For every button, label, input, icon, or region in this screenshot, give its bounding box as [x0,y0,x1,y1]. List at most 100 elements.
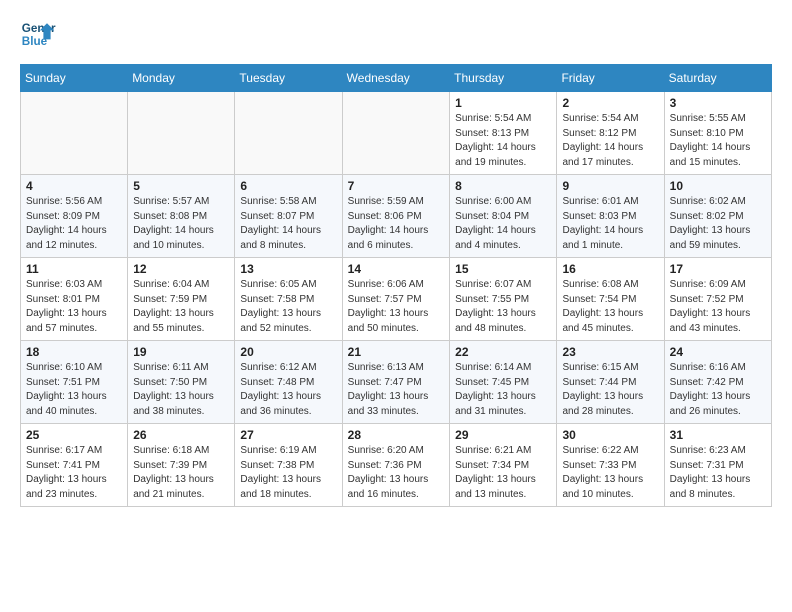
calendar-cell [235,92,342,175]
day-info: Sunrise: 5:56 AMSunset: 8:09 PMDaylight:… [26,195,122,253]
calendar-cell: 9 Sunrise: 6:01 AMSunset: 8:03 PMDaylight… [557,175,664,258]
day-info: Sunrise: 5:59 AMSunset: 8:06 PMDaylight:… [348,195,445,253]
weekday-thursday: Thursday [450,65,557,92]
day-info: Sunrise: 6:10 AMSunset: 7:51 PMDaylight:… [26,361,122,419]
day-number: 1 [455,96,551,110]
calendar-cell: 12 Sunrise: 6:04 AMSunset: 7:59 PMDayligh… [128,258,235,341]
day-info: Sunrise: 6:21 AMSunset: 7:34 PMDaylight:… [455,444,551,502]
day-number: 4 [26,179,122,193]
calendar-cell: 31 Sunrise: 6:23 AMSunset: 7:31 PMDayligh… [664,424,771,507]
day-number: 2 [562,96,658,110]
day-number: 8 [455,179,551,193]
calendar-cell: 23 Sunrise: 6:15 AMSunset: 7:44 PMDayligh… [557,341,664,424]
calendar-cell: 13 Sunrise: 6:05 AMSunset: 7:58 PMDayligh… [235,258,342,341]
calendar-cell: 10 Sunrise: 6:02 AMSunset: 8:02 PMDayligh… [664,175,771,258]
day-number: 13 [240,262,336,276]
calendar-cell: 25 Sunrise: 6:17 AMSunset: 7:41 PMDayligh… [21,424,128,507]
day-info: Sunrise: 6:01 AMSunset: 8:03 PMDaylight:… [562,195,658,253]
calendar-week-3: 11 Sunrise: 6:03 AMSunset: 8:01 PMDayligh… [21,258,772,341]
day-info: Sunrise: 6:00 AMSunset: 8:04 PMDaylight:… [455,195,551,253]
calendar-cell: 20 Sunrise: 6:12 AMSunset: 7:48 PMDayligh… [235,341,342,424]
calendar-cell: 17Sunrise: 6:09 AMSunset: 7:52 PMDayligh… [664,258,771,341]
calendar-cell: 7Sunrise: 5:59 AMSunset: 8:06 PMDaylight… [342,175,450,258]
calendar-cell: 26 Sunrise: 6:18 AMSunset: 7:39 PMDayligh… [128,424,235,507]
day-info: Sunrise: 6:04 AMSunset: 7:59 PMDaylight:… [133,278,229,336]
day-number: 29 [455,428,551,442]
calendar-cell: 15 Sunrise: 6:07 AMSunset: 7:55 PMDayligh… [450,258,557,341]
day-number: 31 [670,428,766,442]
day-info: Sunrise: 5:54 AMSunset: 8:12 PMDaylight:… [562,112,658,170]
calendar-cell: 3 Sunrise: 5:55 AMSunset: 8:10 PMDaylight… [664,92,771,175]
day-number: 22 [455,345,551,359]
day-number: 20 [240,345,336,359]
day-info: Sunrise: 6:12 AMSunset: 7:48 PMDaylight:… [240,361,336,419]
calendar-cell: 1 Sunrise: 5:54 AMSunset: 8:13 PMDaylight… [450,92,557,175]
calendar-cell: 21 Sunrise: 6:13 AMSunset: 7:47 PMDayligh… [342,341,450,424]
day-number: 24 [670,345,766,359]
day-info: Sunrise: 5:57 AMSunset: 8:08 PMDaylight:… [133,195,229,253]
day-info: Sunrise: 6:22 AMSunset: 7:33 PMDaylight:… [562,444,658,502]
day-number: 5 [133,179,229,193]
calendar-cell: 2 Sunrise: 5:54 AMSunset: 8:12 PMDaylight… [557,92,664,175]
day-info: Sunrise: 6:14 AMSunset: 7:45 PMDaylight:… [455,361,551,419]
calendar-week-4: 18 Sunrise: 6:10 AMSunset: 7:51 PMDayligh… [21,341,772,424]
calendar-table: SundayMondayTuesdayWednesdayThursdayFrid… [20,64,772,507]
calendar-cell: 8 Sunrise: 6:00 AMSunset: 8:04 PMDaylight… [450,175,557,258]
weekday-friday: Friday [557,65,664,92]
day-info: Sunrise: 6:15 AMSunset: 7:44 PMDaylight:… [562,361,658,419]
day-number: 28 [348,428,445,442]
day-number: 12 [133,262,229,276]
day-number: 27 [240,428,336,442]
calendar-cell: 5 Sunrise: 5:57 AMSunset: 8:08 PMDaylight… [128,175,235,258]
day-info: Sunrise: 5:55 AMSunset: 8:10 PMDaylight:… [670,112,766,170]
calendar-cell: 28 Sunrise: 6:20 AMSunset: 7:36 PMDayligh… [342,424,450,507]
day-number: 10 [670,179,766,193]
calendar-cell [128,92,235,175]
calendar-cell: 27Sunrise: 6:19 AMSunset: 7:38 PMDayligh… [235,424,342,507]
day-info: Sunrise: 6:03 AMSunset: 8:01 PMDaylight:… [26,278,122,336]
day-info: Sunrise: 6:18 AMSunset: 7:39 PMDaylight:… [133,444,229,502]
calendar-cell: 14 Sunrise: 6:06 AMSunset: 7:57 PMDayligh… [342,258,450,341]
calendar-week-5: 25 Sunrise: 6:17 AMSunset: 7:41 PMDayligh… [21,424,772,507]
day-number: 11 [26,262,122,276]
calendar-cell: 18 Sunrise: 6:10 AMSunset: 7:51 PMDayligh… [21,341,128,424]
day-number: 6 [240,179,336,193]
day-info: Sunrise: 6:20 AMSunset: 7:36 PMDaylight:… [348,444,445,502]
day-number: 26 [133,428,229,442]
day-number: 21 [348,345,445,359]
day-number: 19 [133,345,229,359]
day-number: 25 [26,428,122,442]
calendar-cell: 29 Sunrise: 6:21 AMSunset: 7:34 PMDayligh… [450,424,557,507]
calendar-week-1: 1 Sunrise: 5:54 AMSunset: 8:13 PMDaylight… [21,92,772,175]
day-number: 30 [562,428,658,442]
day-info: Sunrise: 6:23 AMSunset: 7:31 PMDaylight:… [670,444,766,502]
day-info: Sunrise: 5:54 AMSunset: 8:13 PMDaylight:… [455,112,551,170]
day-number: 23 [562,345,658,359]
day-number: 18 [26,345,122,359]
day-info: Sunrise: 5:58 AMSunset: 8:07 PMDaylight:… [240,195,336,253]
day-info: Sunrise: 6:02 AMSunset: 8:02 PMDaylight:… [670,195,766,253]
day-info: Sunrise: 6:11 AMSunset: 7:50 PMDaylight:… [133,361,229,419]
day-info: Sunrise: 6:13 AMSunset: 7:47 PMDaylight:… [348,361,445,419]
day-info: Sunrise: 6:17 AMSunset: 7:41 PMDaylight:… [26,444,122,502]
day-number: 3 [670,96,766,110]
weekday-sunday: Sunday [21,65,128,92]
calendar-cell: 6 Sunrise: 5:58 AMSunset: 8:07 PMDaylight… [235,175,342,258]
weekday-monday: Monday [128,65,235,92]
day-number: 16 [562,262,658,276]
day-info: Sunrise: 6:06 AMSunset: 7:57 PMDaylight:… [348,278,445,336]
calendar-cell [342,92,450,175]
weekday-wednesday: Wednesday [342,65,450,92]
day-number: 15 [455,262,551,276]
day-info: Sunrise: 6:05 AMSunset: 7:58 PMDaylight:… [240,278,336,336]
page-header: General Blue [20,16,772,52]
logo-icon: General Blue [20,16,56,52]
weekday-header-row: SundayMondayTuesdayWednesdayThursdayFrid… [21,65,772,92]
calendar-cell [21,92,128,175]
weekday-saturday: Saturday [664,65,771,92]
logo: General Blue [20,16,56,52]
day-number: 14 [348,262,445,276]
day-info: Sunrise: 6:07 AMSunset: 7:55 PMDaylight:… [455,278,551,336]
day-info: Sunrise: 6:09 AMSunset: 7:52 PMDaylight:… [670,278,766,336]
day-number: 9 [562,179,658,193]
